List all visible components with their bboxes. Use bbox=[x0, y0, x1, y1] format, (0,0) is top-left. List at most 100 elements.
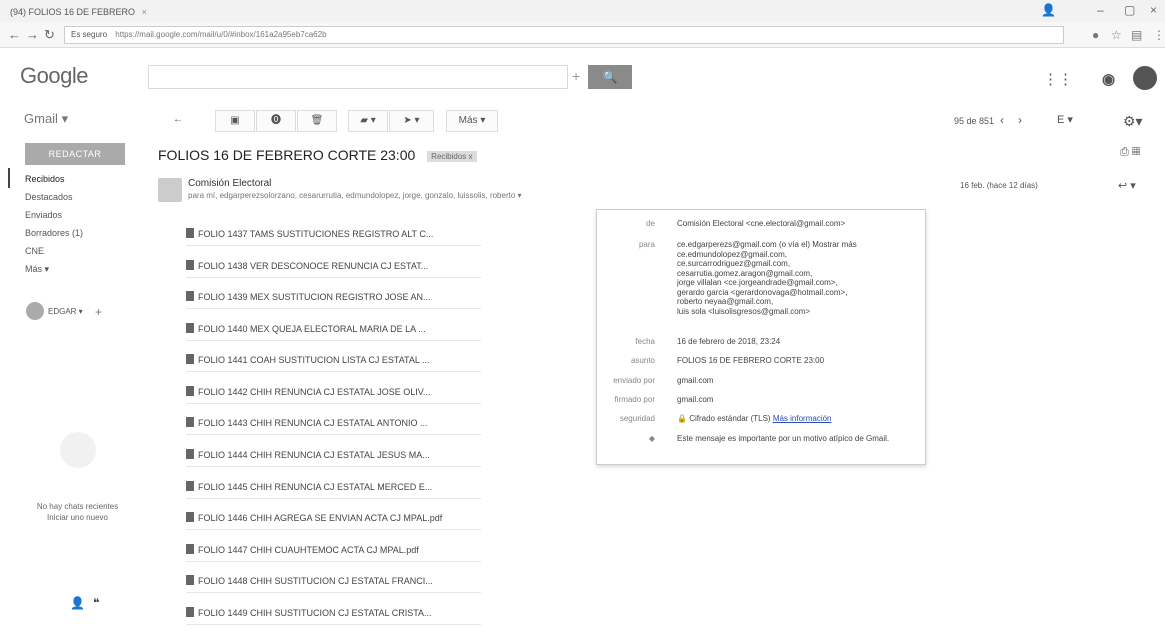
details-label: seguridad bbox=[619, 414, 655, 423]
details-from-value: Comisión Electoral <cne.electoral@gmail.… bbox=[677, 219, 846, 228]
attachment-item[interactable]: FOLIO 1443 CHIH RENUNCIA CJ ESTATAL ANTO… bbox=[186, 411, 481, 435]
file-icon bbox=[186, 417, 194, 427]
apps-grid-icon[interactable]: ⋮⋮ bbox=[1043, 70, 1073, 88]
url-field[interactable]: Es seguro https://mail.google.com/mail/u… bbox=[64, 26, 1064, 44]
attachment-item[interactable]: FOLIO 1442 CHIH RENUNCIA CJ ESTATAL JOSE… bbox=[186, 380, 481, 404]
file-icon bbox=[186, 449, 194, 459]
attachment-item[interactable]: FOLIO 1448 CHIH SUSTITUCION CJ ESTATAL F… bbox=[186, 569, 481, 593]
back-to-inbox-button[interactable]: ← bbox=[163, 110, 193, 132]
menu-icon[interactable]: ⋮ bbox=[1153, 28, 1165, 42]
older-icon[interactable]: › bbox=[1018, 113, 1022, 127]
file-icon bbox=[186, 228, 194, 238]
reply-icon[interactable]: ↩ ▾ bbox=[1118, 179, 1136, 192]
bookmark-star-icon[interactable]: ☆ bbox=[1111, 28, 1122, 42]
start-chat-link[interactable]: Iniciar uno nuevo bbox=[20, 512, 135, 523]
file-icon bbox=[186, 260, 194, 270]
attachment-item[interactable]: FOLIO 1441 COAH SUSTITUCION LISTA CJ EST… bbox=[186, 348, 481, 372]
search-options-icon[interactable]: + bbox=[572, 68, 580, 84]
search-icon: 🔍 bbox=[602, 70, 618, 84]
details-signedby-value: gmail.com bbox=[677, 395, 714, 404]
sidebar-item-drafts[interactable]: Borradores (1) bbox=[25, 228, 83, 238]
attachment-item[interactable]: FOLIO 1446 CHIH AGREGA SE ENVIAN ACTA CJ… bbox=[186, 506, 481, 530]
person-icon[interactable]: 👤 bbox=[70, 596, 85, 610]
back-arrow-icon: ← bbox=[173, 114, 183, 125]
attachment-item[interactable]: FOLIO 1437 TAMS SUSTITUCIONES REGISTRO A… bbox=[186, 222, 481, 246]
labels-button[interactable]: ➤ ▾ bbox=[389, 110, 434, 132]
sidebar-item-starred[interactable]: Destacados bbox=[25, 192, 73, 202]
attachment-item[interactable]: FOLIO 1438 VER DESCONOCE RENUNCIA CJ EST… bbox=[186, 254, 481, 278]
trash-icon: 🗑 bbox=[310, 115, 324, 126]
file-icon bbox=[186, 354, 194, 364]
reload-icon[interactable]: ↻ bbox=[44, 27, 55, 43]
importance-icon: ◆ bbox=[648, 434, 655, 443]
message-details-popup: de Comisión Electoral <cne.electoral@gma… bbox=[596, 209, 926, 465]
forward-icon[interactable]: → bbox=[26, 27, 39, 42]
secure-label: Es seguro bbox=[71, 30, 108, 39]
sidebar-item-inbox[interactable]: Recibidos bbox=[25, 174, 65, 184]
attachment-item[interactable]: FOLIO 1439 MEX SUSTITUCION REGISTRO JOSE… bbox=[186, 285, 481, 309]
browser-tab[interactable]: (94) FOLIOS 16 DE FEBRERO × bbox=[4, 3, 154, 22]
sender-avatar[interactable] bbox=[158, 178, 182, 202]
details-label: de bbox=[646, 219, 655, 228]
file-icon bbox=[186, 291, 194, 301]
close-window-icon[interactable]: × bbox=[1150, 3, 1157, 17]
quote-icon[interactable]: ❝ bbox=[93, 596, 99, 610]
more-button[interactable]: Más ▾ bbox=[446, 110, 498, 132]
active-nav-indicator bbox=[8, 168, 10, 188]
details-importance-value: Este mensaje es importante por un motivo… bbox=[677, 434, 890, 443]
input-tools-icon[interactable]: E ▾ bbox=[1057, 113, 1073, 126]
back-icon[interactable]: ← bbox=[8, 27, 21, 42]
search-button[interactable]: 🔍 bbox=[588, 65, 632, 89]
sidebar-item-more[interactable]: Más ▾ bbox=[25, 264, 49, 275]
attachment-item[interactable]: FOLIO 1440 MEX QUEJA ELECTORAL MARIA DE … bbox=[186, 317, 481, 341]
file-icon bbox=[186, 544, 194, 554]
inbox-label-chip[interactable]: Recibidos x bbox=[427, 150, 477, 162]
no-chats-line: No hay chats recientes bbox=[36, 502, 119, 511]
cast-icon[interactable]: ▤ bbox=[1131, 28, 1142, 42]
notifications-icon[interactable]: ◉ bbox=[1102, 70, 1115, 88]
new-chat-icon[interactable]: + bbox=[95, 305, 102, 319]
delete-button[interactable]: 🗑 bbox=[297, 110, 337, 132]
details-label: firmado por bbox=[614, 395, 655, 404]
archive-button[interactable]: ▣ bbox=[215, 110, 255, 132]
newer-icon[interactable]: ‹ bbox=[1000, 113, 1004, 127]
sender-name[interactable]: Comisión Electoral bbox=[188, 178, 271, 189]
attachment-item[interactable]: FOLIO 1445 CHIH RENUNCIA CJ ESTATAL MERC… bbox=[186, 475, 481, 499]
account-avatar[interactable] bbox=[1133, 66, 1157, 90]
google-logo[interactable]: Google bbox=[20, 63, 88, 89]
minimize-icon[interactable]: – bbox=[1097, 3, 1104, 17]
search-input[interactable] bbox=[148, 65, 568, 89]
sidebar-item-cne[interactable]: CNE bbox=[25, 246, 44, 256]
tab-title: (94) FOLIOS 16 DE FEBRERO bbox=[10, 7, 136, 17]
attachment-item[interactable]: FOLIO 1447 CHIH CUAUHTEMOC ACTA CJ MPAL.… bbox=[186, 538, 481, 562]
print-expand-icons[interactable]: ⎙ ▦ bbox=[1120, 146, 1140, 159]
move-to-button[interactable]: ▰ ▾ bbox=[348, 110, 388, 132]
details-label: enviado por bbox=[613, 376, 655, 385]
attachment-item[interactable]: FOLIO 1444 CHIH RENUNCIA CJ ESTATAL JESU… bbox=[186, 443, 481, 467]
settings-gear-icon[interactable]: ⚙▾ bbox=[1123, 113, 1143, 130]
details-date-value: 16 de febrero de 2018, 23:24 bbox=[677, 337, 781, 346]
file-icon bbox=[186, 512, 194, 522]
hangouts-avatar[interactable] bbox=[26, 302, 44, 320]
file-icon bbox=[186, 575, 194, 585]
tab-close-icon[interactable]: × bbox=[142, 7, 147, 17]
details-security-value: 🔒 Cifrado estándar (TLS) Más información bbox=[677, 414, 832, 423]
attachment-item[interactable]: FOLIO 1449 CHIH SUSTITUCION CJ ESTATAL C… bbox=[186, 601, 481, 625]
compose-button[interactable]: REDACTAR bbox=[25, 143, 125, 165]
sidebar-item-sent[interactable]: Enviados bbox=[25, 210, 62, 220]
report-spam-button[interactable]: ⓿ bbox=[256, 110, 296, 132]
folder-icon: ▰ bbox=[360, 115, 368, 126]
extension-icon[interactable]: ● bbox=[1092, 28, 1099, 42]
no-chats-message: No hay chats recientes Iniciar uno nuevo bbox=[20, 501, 135, 523]
recipients-line[interactable]: para mí, edgarperezsolorzano, cesarurrut… bbox=[188, 191, 608, 200]
more-info-link[interactable]: Más información bbox=[773, 414, 832, 423]
gmail-menu-label[interactable]: Gmail ▾ bbox=[24, 111, 68, 127]
hangouts-user-name[interactable]: EDGAR ▾ bbox=[48, 307, 83, 316]
lock-icon: 🔒 bbox=[677, 414, 687, 423]
file-icon bbox=[186, 386, 194, 396]
maximize-icon[interactable]: ▢ bbox=[1124, 3, 1135, 17]
file-icon bbox=[186, 481, 194, 491]
details-label: fecha bbox=[635, 337, 655, 346]
browser-tab-bar: (94) FOLIOS 16 DE FEBRERO × 👤 – ▢ × bbox=[0, 0, 1165, 22]
profile-icon[interactable]: 👤 bbox=[1041, 3, 1056, 17]
